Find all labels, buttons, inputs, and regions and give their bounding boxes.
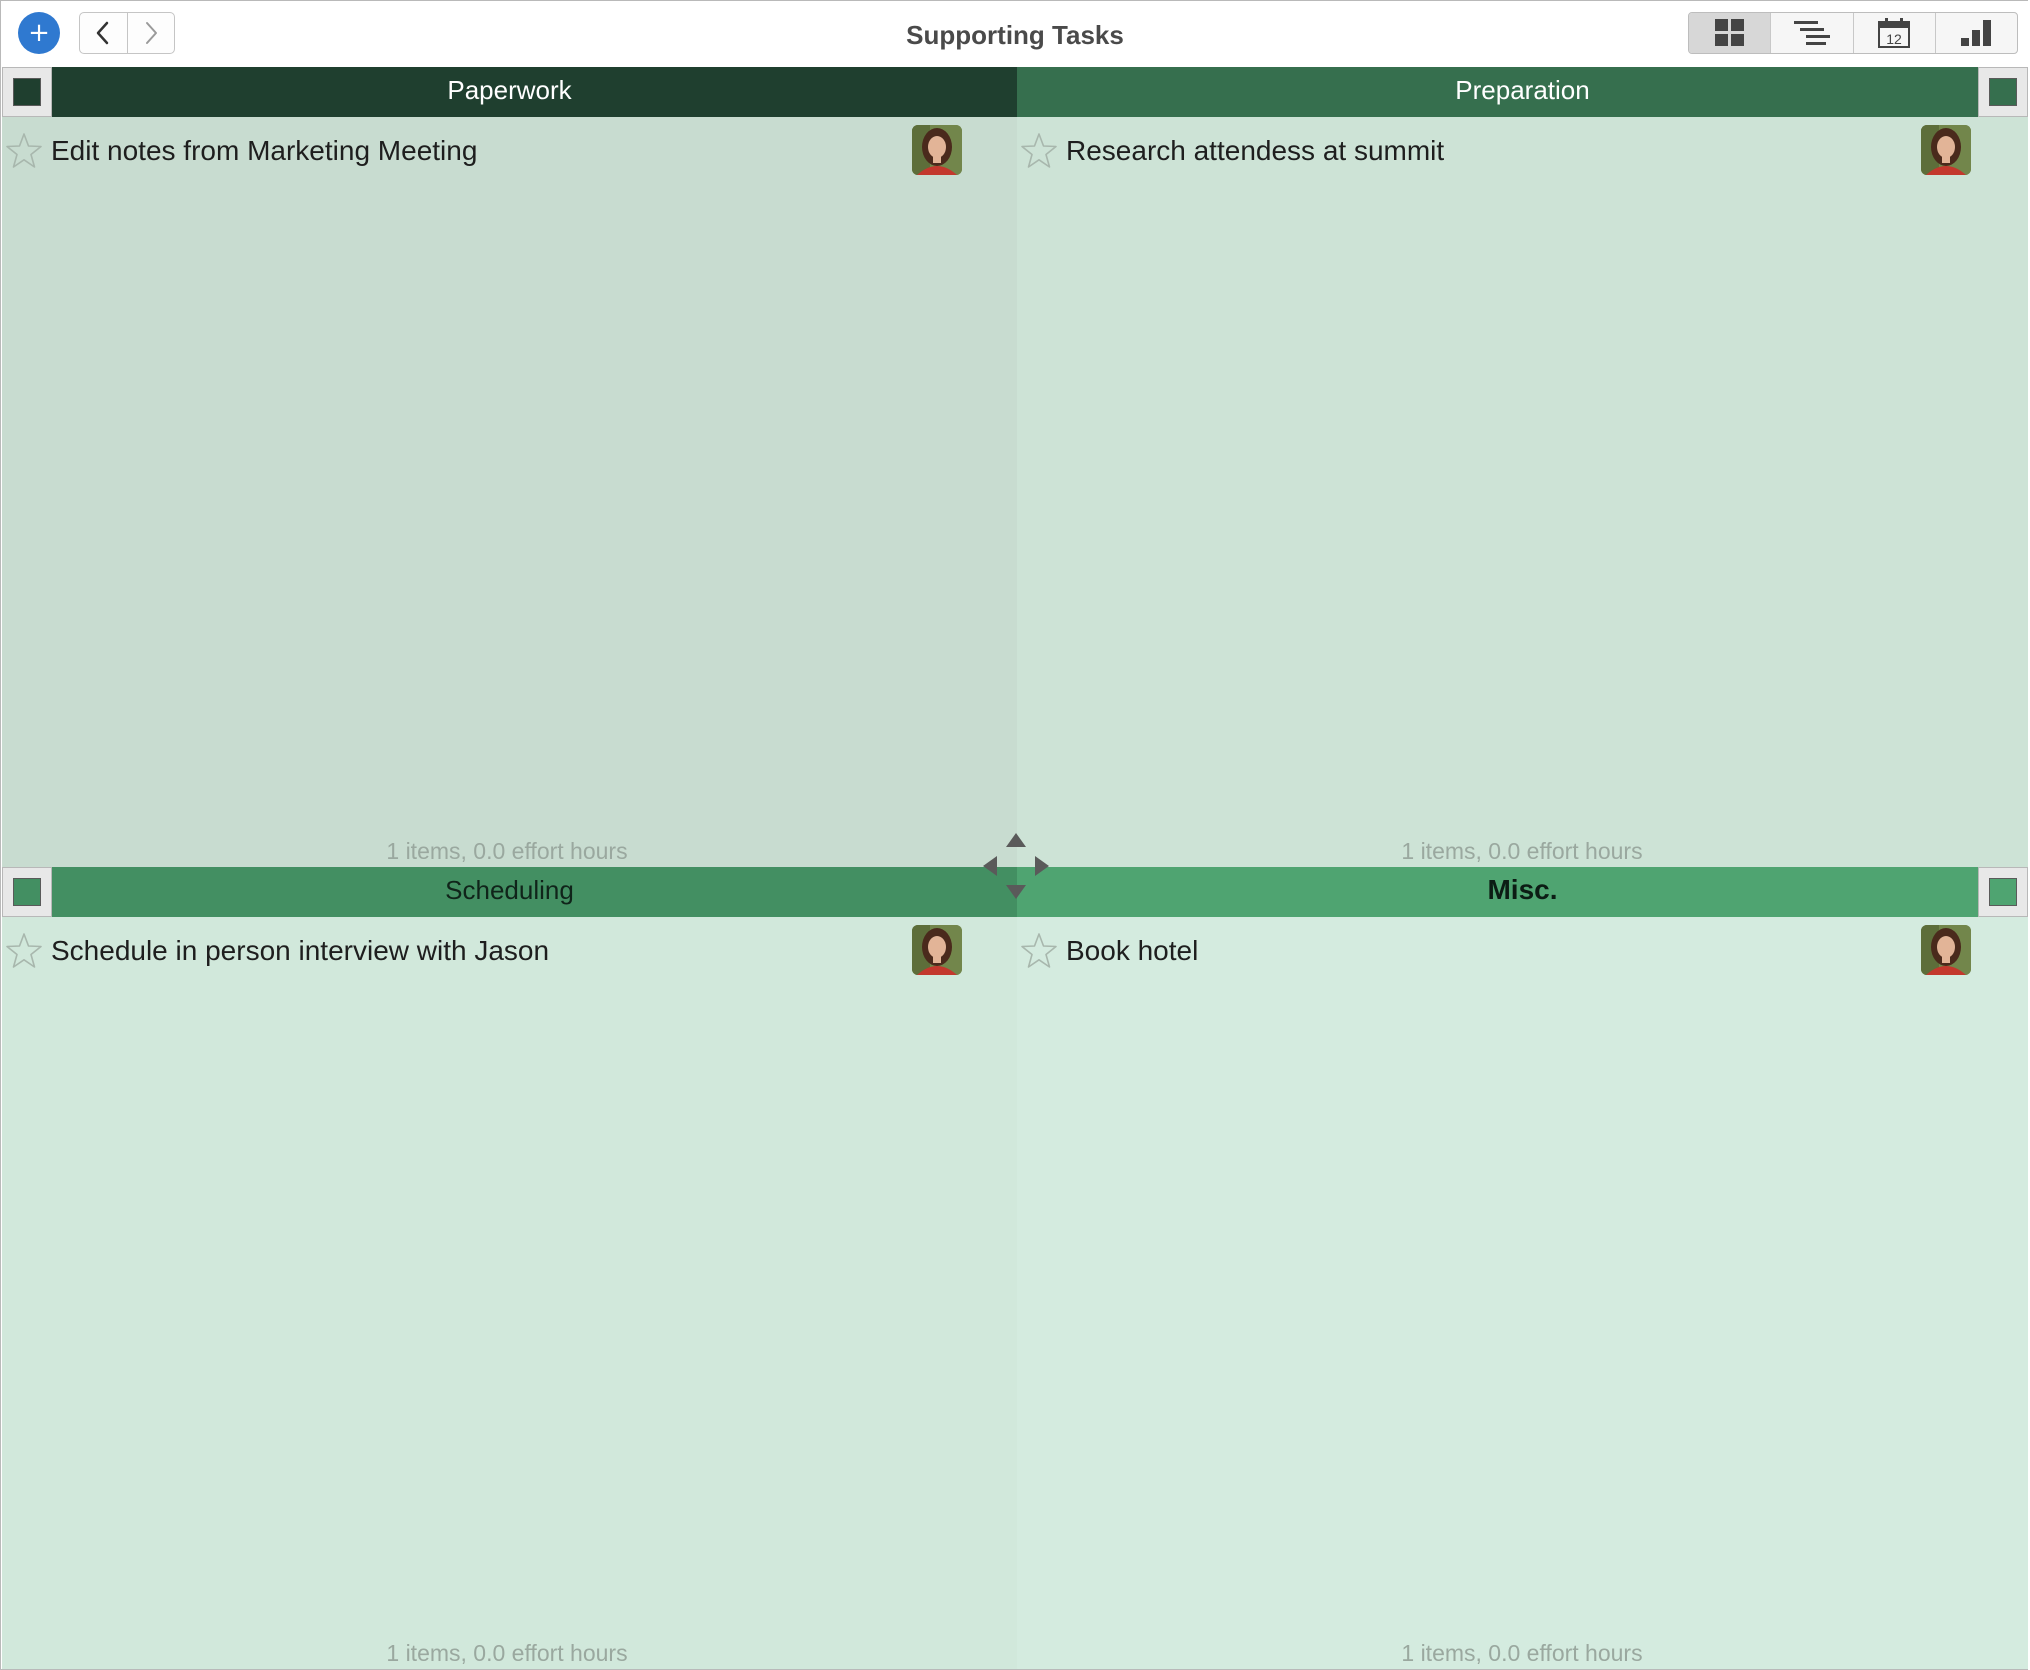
chart-view-icon xyxy=(1961,20,1992,46)
calendar-view-icon: 12 xyxy=(1878,18,1911,48)
quadrant-header: Scheduling xyxy=(2,867,1017,917)
color-swatch xyxy=(13,78,41,106)
quadrant-title: Misc. xyxy=(1487,874,1558,905)
quadrant-color-button[interactable] xyxy=(1978,67,2028,117)
quadrant-paperwork: Paperwork Edit notes from Marketing Meet… xyxy=(2,67,1017,867)
outline-view-icon xyxy=(1793,21,1830,45)
star-icon[interactable] xyxy=(4,131,44,171)
person-avatar-icon xyxy=(1921,125,1971,175)
view-switcher: 12 xyxy=(1688,12,2018,54)
grid-view-icon xyxy=(1714,19,1744,46)
person-avatar-icon xyxy=(912,125,962,175)
person-avatar-icon xyxy=(912,925,962,975)
task-title: Edit notes from Marketing Meeting xyxy=(51,135,478,166)
star-icon[interactable] xyxy=(1019,131,1059,171)
avatar[interactable] xyxy=(912,125,962,175)
quadrant-header: Misc. xyxy=(1017,867,2028,917)
quadrant-color-button[interactable] xyxy=(2,67,52,117)
task-row[interactable]: Book hotel xyxy=(1017,925,2028,977)
task-title: Schedule in person interview with Jason xyxy=(51,935,550,966)
quadrant-footer: 1 items, 0.0 effort hours xyxy=(386,838,628,864)
quadrant-title: Paperwork xyxy=(447,75,572,105)
outline-view-button[interactable] xyxy=(1770,13,1852,53)
avatar[interactable] xyxy=(1921,125,1971,175)
avatar[interactable] xyxy=(1921,925,1971,975)
quadrant-scheduling: Scheduling Schedule in person interview … xyxy=(2,867,1017,1669)
quadrant-title: Preparation xyxy=(1455,75,1590,105)
quadrant-color-button[interactable] xyxy=(1978,867,2028,917)
grid-view-button[interactable] xyxy=(1689,13,1771,53)
quadrant-preparation: Preparation Research attendess at summit… xyxy=(1017,67,2028,867)
quadrant-misc: Misc. Book hotel 1 items, 0.0 effort hou… xyxy=(1017,867,2028,1669)
task-row[interactable]: Edit notes from Marketing Meeting xyxy=(2,125,1017,177)
quadrant-header: Preparation xyxy=(1017,67,2028,117)
quadrant-footer: 1 items, 0.0 effort hours xyxy=(386,1640,628,1666)
avatar[interactable] xyxy=(912,925,962,975)
chart-view-button[interactable] xyxy=(1934,13,2017,53)
app-window: + Supporting Tasks 12 Paperwork Edit not… xyxy=(0,0,2029,1670)
resize-handle-icon[interactable] xyxy=(981,831,1051,901)
quadrant-header: Paperwork xyxy=(2,67,1017,117)
color-swatch xyxy=(1989,78,2017,106)
quadrant-color-button[interactable] xyxy=(2,867,52,917)
toolbar: + Supporting Tasks 12 xyxy=(1,1,2029,67)
calendar-day-label: 12 xyxy=(1886,31,1902,47)
star-icon[interactable] xyxy=(1019,931,1059,971)
task-title: Book hotel xyxy=(1066,935,1199,966)
quadrant-footer: 1 items, 0.0 effort hours xyxy=(1401,1640,1643,1666)
quadrant-footer: 1 items, 0.0 effort hours xyxy=(1401,838,1643,864)
color-swatch xyxy=(13,878,41,906)
task-title: Research attendess at summit xyxy=(1066,135,1445,166)
color-swatch xyxy=(1989,878,2017,906)
star-icon[interactable] xyxy=(4,931,44,971)
task-row[interactable]: Schedule in person interview with Jason xyxy=(2,925,1017,977)
quadrant-title: Scheduling xyxy=(445,875,574,905)
calendar-view-button[interactable]: 12 xyxy=(1852,13,1935,53)
person-avatar-icon xyxy=(1921,925,1971,975)
task-row[interactable]: Research attendess at summit xyxy=(1017,125,2028,177)
